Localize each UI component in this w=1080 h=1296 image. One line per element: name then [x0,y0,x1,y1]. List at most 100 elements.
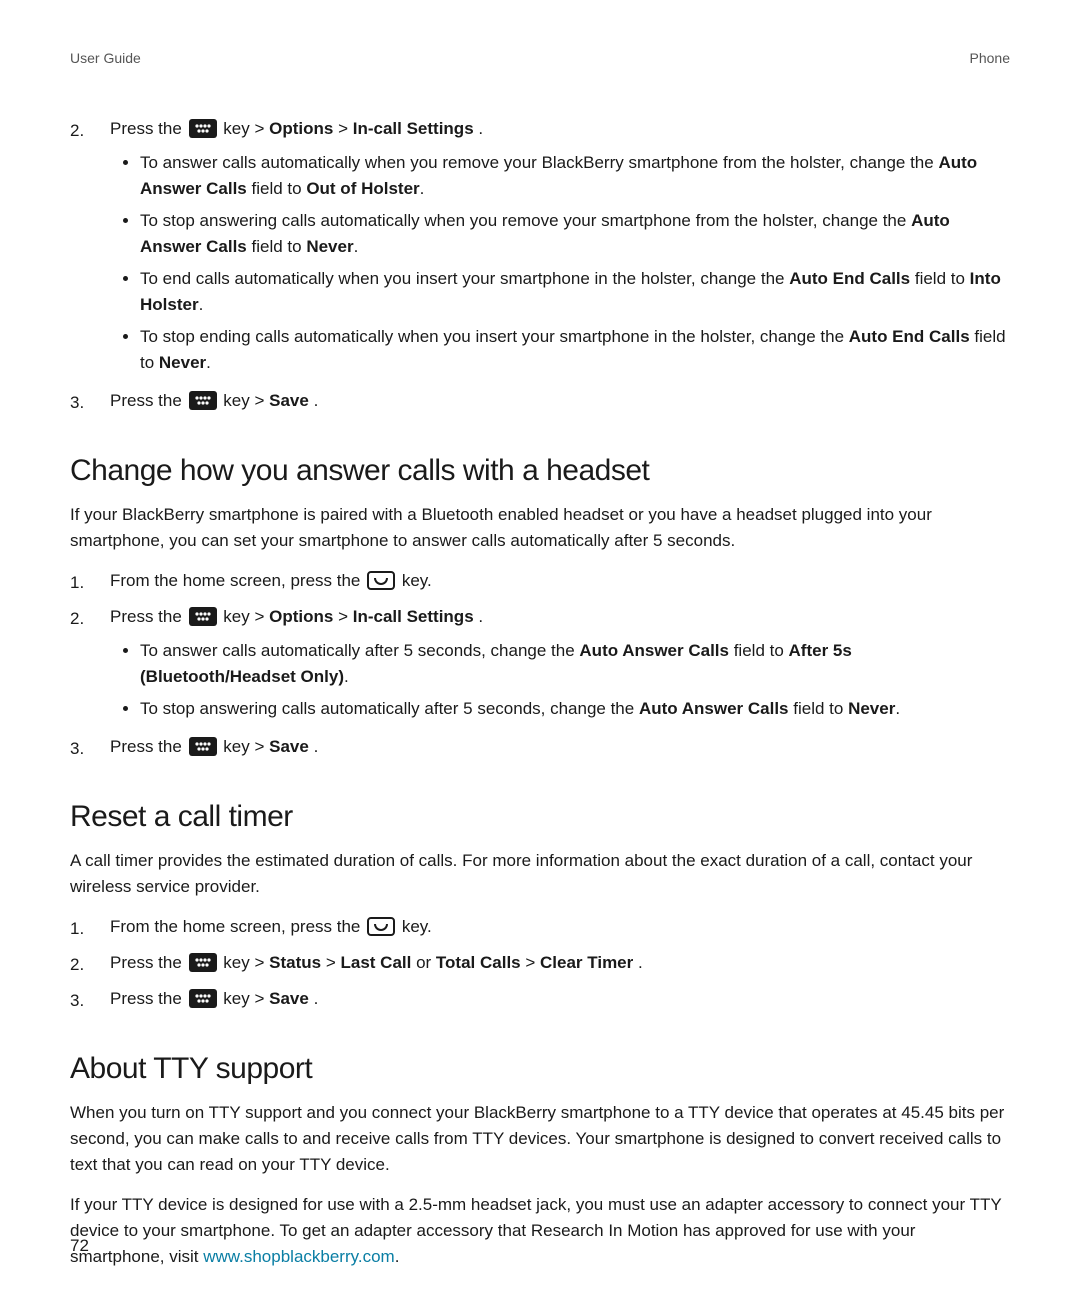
text: field to [247,237,307,256]
bold-text: Last Call [340,953,411,972]
text: or [416,953,436,972]
bold-text: In-call Settings [353,119,474,138]
list-item: To answer calls automatically when you r… [140,150,1010,202]
text: key > [223,391,269,410]
step-text: From the home screen, press the key. [110,914,1010,940]
text: Press the [110,989,187,1008]
intro-reset-timer: A call timer provides the estimated dura… [70,848,1010,900]
step-number: 3. [70,986,110,1014]
text: To answer calls automatically when you r… [140,153,938,172]
text: . [638,953,643,972]
text: key > [223,989,269,1008]
heading-reset-timer: Reset a call timer [70,800,1010,834]
bold-text: Never [306,237,353,256]
text: To end calls automatically when you inse… [140,269,789,288]
menu-key-icon [189,391,217,410]
text: key > [223,607,269,626]
bold-text: Save [269,737,309,756]
intro-headset: If your BlackBerry smartphone is paired … [70,502,1010,554]
step-number: 3. [70,388,110,416]
bold-text: Auto Answer Calls [579,641,729,660]
bold-text: Auto End Calls [849,327,970,346]
step-number: 2. [70,950,110,978]
step-number: 2. [70,604,110,632]
text: From the home screen, press the [110,917,365,936]
sub-bullets: To answer calls automatically when you r… [110,150,1010,376]
heading-tty: About TTY support [70,1052,1010,1086]
menu-key-icon [189,737,217,756]
step-number: 3. [70,734,110,762]
text: key. [402,917,432,936]
menu-key-icon [189,989,217,1008]
section-a-steps: 2. Press the key > Options > In-call Set… [70,116,1010,418]
step-text: Press the key > Status > Last Call or To… [110,950,1010,976]
text: key > [223,119,269,138]
sub-bullets: To answer calls automatically after 5 se… [110,638,1010,722]
text: field to [729,641,789,660]
bold-text: Out of Holster [306,179,419,198]
step-number: 2. [70,116,110,144]
send-key-icon [367,571,395,590]
bold-text: Options [269,607,333,626]
step-number: 1. [70,568,110,596]
text: . [199,295,204,314]
text: field to [789,699,849,718]
bold-text: Status [269,953,321,972]
bold-text: In-call Settings [353,607,474,626]
list-item: To end calls automatically when you inse… [140,266,1010,318]
text: To stop answering calls automatically wh… [140,211,911,230]
send-key-icon [367,917,395,936]
text: . [354,237,359,256]
text: Press the [110,737,187,756]
text: field to [910,269,970,288]
text: . [314,737,319,756]
text: . [314,391,319,410]
list-item: To answer calls automatically after 5 se… [140,638,1010,690]
tty-p1: When you turn on TTY support and you con… [70,1100,1010,1178]
list-item: To stop ending calls automatically when … [140,324,1010,376]
step-number: 1. [70,914,110,942]
list-item: To stop answering calls automatically wh… [140,208,1010,260]
menu-key-icon [189,119,217,138]
bold-text: Save [269,989,309,1008]
text: key. [402,571,432,590]
text: Press the [110,391,187,410]
text: field to [247,179,307,198]
step-text: Press the key > Options > In-call Settin… [110,604,1010,630]
header-left: User Guide [70,50,141,66]
text: > [338,119,353,138]
bold-text: Save [269,391,309,410]
bold-text: Auto End Calls [789,269,910,288]
text: Press the [110,119,187,138]
section-c-steps: 1. From the home screen, press the key. … [70,914,1010,1016]
bold-text: Options [269,119,333,138]
section-b-steps: 1. From the home screen, press the key. … [70,568,1010,764]
page-number: 72 [70,1236,89,1256]
step-text: Press the key > Save . [110,734,1010,760]
text: Press the [110,953,187,972]
text: > [338,607,353,626]
text: . [206,353,211,372]
step-text: From the home screen, press the key. [110,568,1010,594]
step-text: Press the key > Save . [110,388,1010,414]
bold-text: Clear Timer [540,953,633,972]
text: . [314,989,319,1008]
bold-text: Never [159,353,206,372]
text: . [420,179,425,198]
text: Press the [110,607,187,626]
text: From the home screen, press the [110,571,365,590]
text: . [478,119,483,138]
shopblackberry-link[interactable]: www.shopblackberry.com [203,1247,394,1266]
bold-text: Auto Answer Calls [639,699,789,718]
text: > [326,953,341,972]
menu-key-icon [189,953,217,972]
bold-text: Total Calls [436,953,521,972]
text: > [525,953,540,972]
text: key > [223,953,269,972]
header-right: Phone [970,50,1010,66]
bold-text: Never [848,699,895,718]
text: key > [223,737,269,756]
heading-headset: Change how you answer calls with a heads… [70,454,1010,488]
text: . [895,699,900,718]
text: To answer calls automatically after 5 se… [140,641,579,660]
